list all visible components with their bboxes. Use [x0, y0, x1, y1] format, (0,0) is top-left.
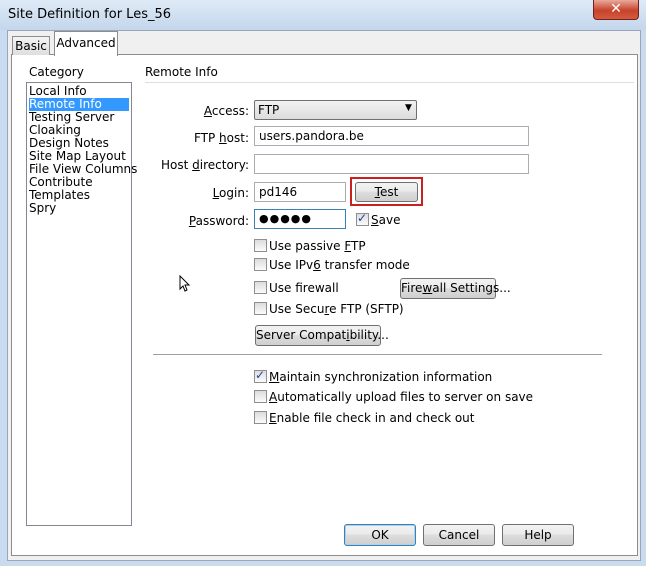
ipv6-checkbox[interactable]: [254, 258, 267, 271]
ok-button[interactable]: OK: [344, 524, 416, 546]
maintain-sync-checkbox[interactable]: [254, 368, 267, 383]
tab-label: Basic: [15, 39, 47, 53]
server-compatibility-button[interactable]: Server Compatibility...: [255, 325, 389, 346]
host-directory-label: Host directory:: [160, 158, 249, 172]
window-title: Site Definition for Les_56: [8, 7, 172, 22]
access-label: Access:: [203, 104, 249, 118]
help-button[interactable]: Help: [502, 524, 574, 546]
cancel-button[interactable]: Cancel: [423, 524, 495, 546]
category-heading: Category: [29, 65, 84, 79]
ftp-host-label: FTP host:: [193, 131, 249, 145]
host-directory-input[interactable]: [254, 154, 529, 174]
test-button[interactable]: Test: [355, 182, 418, 202]
section-title: Remote Info: [145, 65, 218, 79]
save-label: Save: [371, 213, 401, 227]
access-value: FTP: [258, 103, 280, 117]
login-label: Login:: [212, 186, 249, 200]
check-in-out-label: Enable file check in and check out: [269, 411, 475, 425]
auto-upload-checkbox[interactable]: [254, 390, 267, 403]
login-input[interactable]: pd146: [254, 182, 346, 202]
close-icon: ✕: [610, 1, 622, 17]
firewall-settings-button[interactable]: Firewall Settings...: [400, 278, 511, 299]
separator: [153, 354, 602, 355]
section-divider: [145, 82, 634, 83]
mouse-cursor-icon: [179, 275, 191, 292]
passive-ftp-checkbox[interactable]: [254, 239, 267, 252]
passive-ftp-label: Use passive FTP: [269, 239, 366, 253]
tab-advanced[interactable]: Advanced: [54, 31, 118, 56]
category-item-spry[interactable]: Spry: [29, 202, 129, 215]
tab-basic[interactable]: Basic: [12, 36, 50, 55]
sftp-checkbox[interactable]: [254, 302, 267, 315]
sftp-label: Use Secure FTP (SFTP): [269, 302, 404, 316]
password-input[interactable]: ●●●●●: [254, 209, 346, 229]
tab-label: Advanced: [56, 36, 116, 50]
maintain-sync-label: Maintain synchronization information: [269, 370, 493, 384]
firewall-checkbox[interactable]: [254, 281, 267, 294]
ftp-host-input[interactable]: users.pandora.be: [254, 126, 529, 146]
firewall-label: Use firewall: [269, 281, 339, 295]
auto-upload-label: Automatically upload files to server on …: [269, 390, 534, 404]
check-in-out-checkbox[interactable]: [254, 411, 267, 424]
chevron-down-icon: ▼: [405, 103, 412, 113]
close-button[interactable]: ✕: [593, 0, 639, 20]
password-label: Password:: [188, 214, 249, 228]
save-checkbox[interactable]: [356, 211, 369, 226]
ipv6-label: Use IPv6 transfer mode: [269, 258, 410, 272]
access-dropdown[interactable]: FTP ▼: [254, 100, 417, 120]
category-list[interactable]: Local Info Remote Info Testing Server Cl…: [26, 82, 137, 526]
